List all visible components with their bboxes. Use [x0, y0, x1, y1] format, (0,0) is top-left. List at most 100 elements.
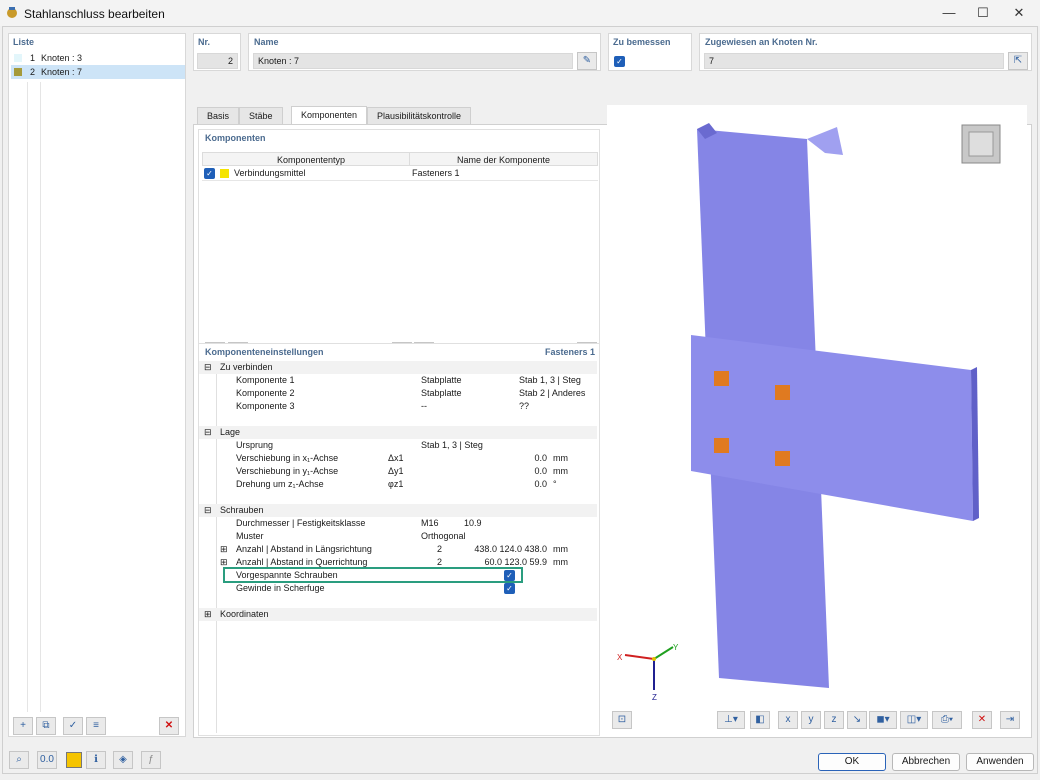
- view-x-icon[interactable]: x: [778, 711, 798, 729]
- expand-icon[interactable]: ⊞: [204, 608, 212, 621]
- thread-checkbox[interactable]: ✓: [504, 583, 515, 594]
- units-icon[interactable]: 0.0: [37, 751, 57, 769]
- delete-list-icon[interactable]: ✕: [159, 717, 179, 735]
- collapse-icon[interactable]: ⊟: [204, 426, 212, 439]
- row-value: 0.0: [534, 453, 547, 463]
- reset-view-icon[interactable]: ✕: [972, 711, 992, 729]
- list-item-label: Knoten : 3: [41, 53, 83, 63]
- apply-button[interactable]: Anwenden: [966, 753, 1034, 771]
- row-value: 0.0: [534, 466, 547, 476]
- tab-plausibilitaet[interactable]: Plausibilitätskontrolle: [367, 107, 472, 124]
- design-label: Zu bemessen: [613, 37, 671, 47]
- table-row[interactable]: ✓ Verbindungsmittel Fasteners 1: [202, 167, 598, 181]
- maximize-button[interactable]: ☐: [966, 0, 1000, 26]
- settings-row[interactable]: Verschiebung in x₁-Achse Δx1 0.0 mm: [199, 452, 597, 465]
- row-label: Verschiebung in y₁-Achse: [236, 466, 339, 476]
- name-field[interactable]: Knoten : 7: [253, 53, 573, 69]
- color-swatch: [14, 68, 22, 76]
- settings-selected: Fasteners 1: [544, 347, 595, 357]
- row-value: Stabplatte: [421, 388, 462, 398]
- row-label: Komponente 1: [236, 375, 295, 385]
- settings-row[interactable]: Ursprung Stab 1, 3 | Steg: [199, 439, 597, 452]
- info-icon[interactable]: ℹ: [86, 751, 106, 769]
- view-select-icon[interactable]: ⊡: [612, 711, 632, 729]
- assigned-field[interactable]: 7: [704, 53, 1004, 69]
- group-title: Zu verbinden: [220, 362, 273, 372]
- settings-row[interactable]: Muster Orthogonal: [199, 530, 597, 543]
- expand-icon[interactable]: ⊞: [220, 543, 228, 556]
- view-iso-icon[interactable]: ↘: [847, 711, 867, 729]
- collapse-icon[interactable]: ⊟: [204, 504, 212, 517]
- settings-header: Komponenteneinstellungen: [205, 347, 324, 357]
- name-label: Name: [254, 37, 279, 47]
- export-view-icon[interactable]: ⇥: [1000, 711, 1020, 729]
- settings-row[interactable]: Drehung um z₁-Achse φz1 0.0 °: [199, 478, 597, 491]
- uncheck-icon[interactable]: ≡: [86, 717, 106, 735]
- row-symbol: Δy1: [388, 466, 404, 476]
- settings-panel: Komponenteneinstellungen Fasteners 1 ⊟ Z…: [198, 343, 600, 736]
- color-icon[interactable]: [66, 752, 82, 768]
- row-value: 438.0 124.0 438.0: [474, 544, 547, 554]
- bolt: [775, 451, 790, 466]
- design-checkbox[interactable]: ✓: [614, 56, 625, 67]
- row-checkbox[interactable]: ✓: [204, 168, 215, 179]
- row-unit: °: [553, 479, 557, 489]
- settings-row[interactable]: ⊞ Anzahl | Abstand in Längsrichtung 2 438.0…: [199, 543, 597, 556]
- group-header[interactable]: ⊟ Lage: [199, 426, 597, 439]
- display-icon[interactable]: ◧: [750, 711, 770, 729]
- close-button[interactable]: ✕: [1002, 0, 1036, 26]
- formula-icon[interactable]: ƒ: [141, 751, 161, 769]
- view-z-icon[interactable]: z: [824, 711, 844, 729]
- 3d-viewport[interactable]: X Y Z: [607, 105, 1027, 735]
- edit-name-icon[interactable]: ✎: [577, 52, 597, 70]
- row-unit: mm: [553, 453, 568, 463]
- copy-list-icon[interactable]: ⧉: [36, 717, 56, 735]
- column-divider: [27, 82, 28, 712]
- group-header[interactable]: ⊞ Koordinaten: [199, 608, 597, 621]
- render-mode-icon[interactable]: ◼▾: [869, 711, 897, 729]
- row-label: Komponente 2: [236, 388, 295, 398]
- assigned-box: Zugewiesen an Knoten Nr. 7 ⇱: [699, 33, 1032, 71]
- tab-komponenten[interactable]: Komponenten: [291, 106, 368, 125]
- list-item-label: Knoten : 7: [41, 67, 83, 77]
- row-label: Durchmesser | Festigkeitsklasse: [236, 518, 366, 528]
- pick-node-icon[interactable]: ⇱: [1008, 52, 1028, 70]
- settings-row[interactable]: Komponente 1 Stabplatte Stab 1, 3 | Steg: [199, 374, 597, 387]
- ok-button[interactable]: OK: [818, 753, 886, 771]
- settings-row[interactable]: Komponente 2 Stabplatte Stab 2 | Anderes: [199, 387, 597, 400]
- tab-basis[interactable]: Basis: [197, 107, 240, 124]
- view-cube-icon: [961, 124, 1001, 164]
- component-name: Fasteners 1: [412, 168, 460, 178]
- transparency-icon[interactable]: ◫▾: [900, 711, 928, 729]
- components-panel: Komponenten Komponententyp Name der Komp…: [198, 129, 600, 361]
- list-item[interactable]: 1 Knoten : 3: [11, 51, 183, 65]
- settings-row[interactable]: Durchmesser | Festigkeitsklasse M16 10.9: [199, 517, 597, 530]
- view-y-icon[interactable]: y: [801, 711, 821, 729]
- app-icon: [7, 7, 17, 18]
- search-icon[interactable]: ⌕: [9, 751, 29, 769]
- add-list-icon[interactable]: +: [13, 717, 33, 735]
- list-item-num: 1: [30, 53, 36, 63]
- axis-x-label: X: [617, 653, 623, 662]
- settings-row[interactable]: Komponente 3 --??: [199, 400, 597, 413]
- coord-system-icon[interactable]: ⊥▾: [717, 711, 745, 729]
- row-value2: ??: [519, 401, 530, 411]
- print-icon[interactable]: ⎙▾: [932, 711, 962, 729]
- highlight-frame: [223, 567, 523, 583]
- settings-row[interactable]: Verschiebung in y₁-Achse Δy1 0.0 mm: [199, 465, 597, 478]
- collapse-icon[interactable]: ⊟: [204, 361, 212, 374]
- tab-staebe[interactable]: Stäbe: [239, 107, 283, 124]
- col-header-name: Name der Komponente: [457, 155, 551, 165]
- group-header[interactable]: ⊟ Schrauben: [199, 504, 597, 517]
- minimize-button[interactable]: —: [932, 0, 966, 26]
- check-all-icon[interactable]: ✓: [63, 717, 83, 735]
- model-icon[interactable]: ◈: [113, 751, 133, 769]
- nr-box: Nr. 2: [193, 33, 241, 71]
- group-header[interactable]: ⊟ Zu verbinden: [199, 361, 597, 374]
- row-value: --: [421, 401, 427, 411]
- list-item-selected[interactable]: 2 Knoten : 7: [11, 65, 185, 79]
- row-label: Anzahl | Abstand in Längsrichtung: [236, 544, 372, 554]
- table-header: Komponententyp Name der Komponente: [202, 152, 598, 166]
- settings-row[interactable]: Gewinde in Scherfuge ✓: [199, 582, 597, 595]
- cancel-button[interactable]: Abbrechen: [892, 753, 960, 771]
